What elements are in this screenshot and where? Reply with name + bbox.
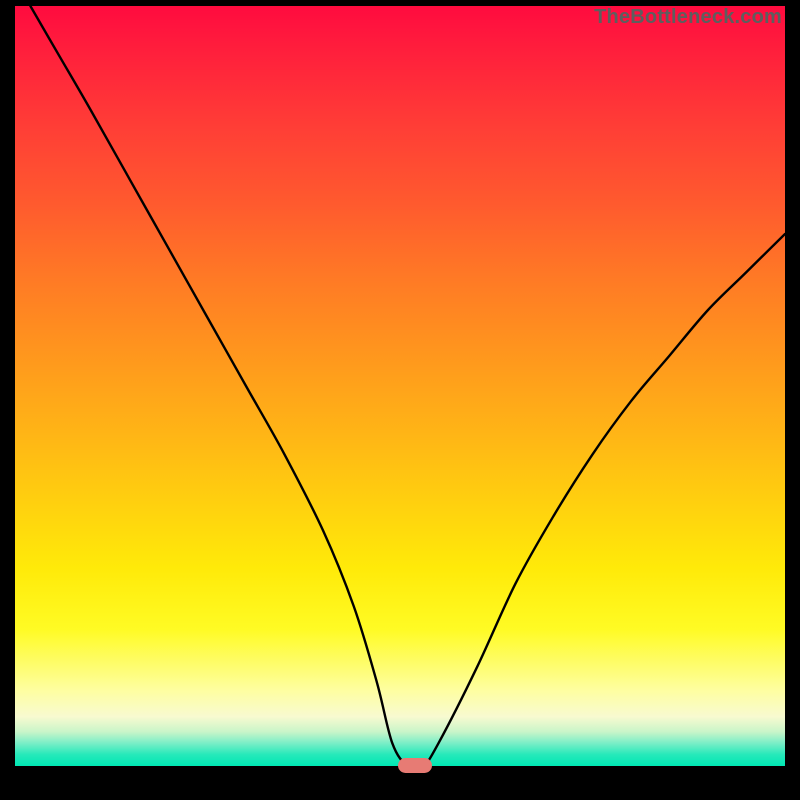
plot-area xyxy=(15,6,785,766)
bottleneck-curve xyxy=(15,6,785,766)
chart-frame: TheBottleneck.com xyxy=(0,0,800,800)
curve-path xyxy=(30,6,785,766)
watermark-text: TheBottleneck.com xyxy=(594,6,782,29)
optimum-marker xyxy=(398,758,432,773)
